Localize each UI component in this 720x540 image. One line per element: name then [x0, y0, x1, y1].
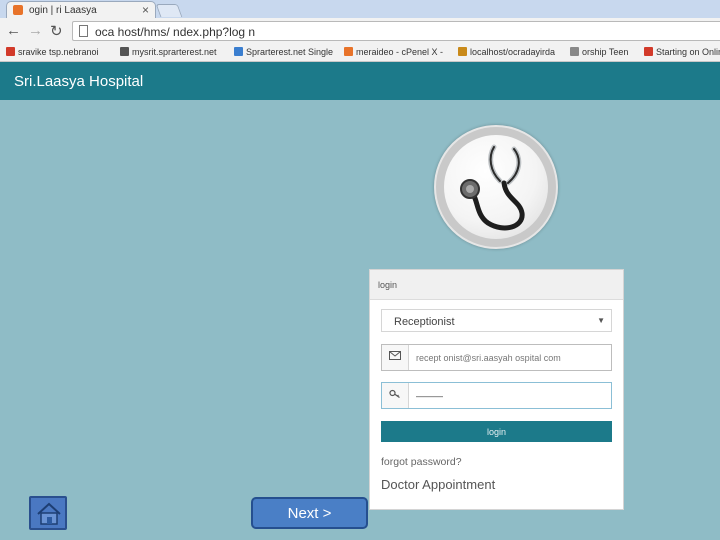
page-icon: [79, 25, 88, 37]
favicon-icon: [13, 5, 23, 15]
envelope-icon: [382, 345, 409, 370]
browser-toolbar: ← → ↻ oca host/hms/ ndex.php?log n: [0, 18, 720, 44]
bookmark-item[interactable]: orship Teen: [570, 47, 628, 57]
login-button[interactable]: login: [381, 421, 612, 442]
bookmark-label: sravike tsp.nebranoi: [18, 47, 99, 57]
email-input-group: [381, 344, 612, 371]
key-icon: [382, 383, 409, 408]
new-tab-button[interactable]: [155, 4, 183, 17]
bookmark-favicon-icon: [120, 47, 129, 56]
stethoscope-icon: [460, 144, 525, 231]
arrow-left-icon[interactable]: ←: [6, 22, 21, 39]
home-button[interactable]: [29, 496, 67, 530]
address-bar[interactable]: oca host/hms/ ndex.php?log n: [72, 21, 720, 41]
bookmark-label: localhost/ocradayirda: [470, 47, 556, 57]
bookmark-item[interactable]: Starting on Online: [644, 47, 720, 57]
bookmark-favicon-icon: [644, 47, 653, 56]
reload-icon[interactable]: ↻: [50, 22, 63, 40]
password-input[interactable]: [410, 383, 611, 408]
bookmark-favicon-icon: [344, 47, 353, 56]
browser-tab[interactable]: ogin | ri Laasya ×: [6, 1, 156, 18]
role-select[interactable]: Receptionist ▼: [381, 309, 612, 332]
login-heading: login: [378, 280, 398, 290]
browser-tabstrip: ogin | ri Laasya ×: [0, 0, 720, 18]
bookmark-item[interactable]: localhost/ocradayirda: [458, 47, 555, 57]
brand-title[interactable]: Sri.Laasya Hospital: [14, 73, 143, 90]
tab-title: ogin | ri Laasya: [29, 5, 97, 16]
email-input[interactable]: [410, 345, 611, 370]
bookmark-label: Sprarterest.net Single: [246, 47, 334, 57]
arrow-right-icon[interactable]: →: [28, 22, 43, 39]
bookmark-favicon-icon: [234, 47, 243, 56]
role-select-value: Receptionist: [394, 316, 455, 328]
next-button[interactable]: Next >: [251, 497, 368, 529]
bookmark-label: orship Teen: [582, 47, 629, 57]
doctor-appointment-link[interactable]: Doctor Appointment: [381, 477, 495, 492]
password-input-group: [381, 382, 612, 409]
bookmark-item[interactable]: mysrit.sprarterest.net: [120, 47, 217, 57]
bookmark-label: meraideo - cPenel X -: [356, 47, 444, 57]
bookmark-label: Starting on Online: [656, 47, 720, 57]
chevron-down-icon: ▼: [597, 316, 605, 325]
address-bar-url[interactable]: oca host/hms/ ndex.php?log n: [95, 25, 255, 39]
bookmark-favicon-icon: [458, 47, 467, 56]
bookmark-favicon-icon: [570, 47, 579, 56]
login-card: login Receptionist ▼ login forgot passwo…: [369, 269, 624, 510]
bookmark-item[interactable]: meraideo - cPenel X -: [344, 47, 443, 57]
bookmark-item[interactable]: sravike tsp.nebranoi: [6, 47, 99, 57]
home-icon: [37, 502, 61, 525]
forgot-password-link[interactable]: forgot password?: [381, 456, 462, 468]
bookmarks-bar: sravike tsp.nebranoi mysrit.sprarterest.n…: [0, 44, 720, 62]
bookmark-item[interactable]: Sprarterest.net Single: [234, 47, 333, 57]
tab-close-icon[interactable]: ×: [142, 3, 149, 17]
bookmark-label: mysrit.sprarterest.net: [132, 47, 217, 57]
stethoscope-logo: [434, 125, 558, 249]
login-card-header: login: [370, 270, 623, 300]
bookmark-favicon-icon: [6, 47, 15, 56]
app-header: Sri.Laasya Hospital: [0, 62, 720, 100]
